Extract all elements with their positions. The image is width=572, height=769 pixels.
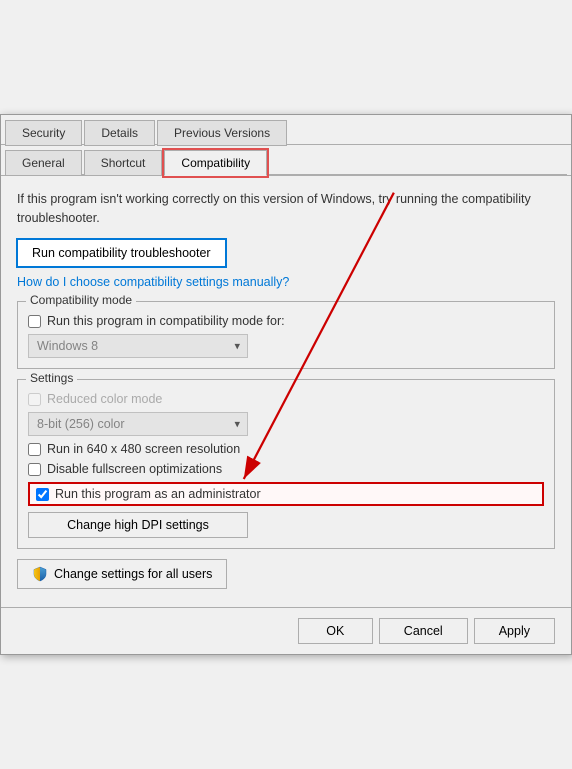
compatibility-mode-group: Compatibility mode Run this program in c… xyxy=(17,301,555,369)
color-dropdown-container: 8-bit (256) color xyxy=(28,412,544,436)
color-dropdown-wrapper: 8-bit (256) color xyxy=(28,412,248,436)
properties-dialog: Security Details Previous Versions Gener… xyxy=(0,114,572,656)
reduced-color-label: Reduced color mode xyxy=(47,392,162,406)
run-troubleshooter-button[interactable]: Run compatibility troubleshooter xyxy=(17,239,226,267)
main-content: If this program isn't working correctly … xyxy=(1,176,571,604)
run-as-admin-checkbox[interactable] xyxy=(36,488,49,501)
run-as-admin-row: Run this program as an administrator xyxy=(28,482,544,506)
description-text: If this program isn't working correctly … xyxy=(17,190,555,228)
tab-row-1: Security Details Previous Versions xyxy=(5,115,567,144)
tab-row-2: General Shortcut Compatibility xyxy=(5,145,567,175)
disable-fullscreen-row: Disable fullscreen optimizations xyxy=(28,462,544,476)
tab-row-bottom: General Shortcut Compatibility xyxy=(1,145,571,176)
tab-previous-versions[interactable]: Previous Versions xyxy=(157,120,287,146)
change-dpi-button[interactable]: Change high DPI settings xyxy=(28,512,248,538)
reduced-color-row: Reduced color mode xyxy=(28,392,544,406)
tab-compatibility[interactable]: Compatibility xyxy=(164,150,267,176)
screen-resolution-checkbox[interactable] xyxy=(28,443,41,456)
shield-icon xyxy=(32,566,48,582)
content-area: If this program isn't working correctly … xyxy=(1,176,571,604)
compatibility-mode-label: Compatibility mode xyxy=(26,293,136,307)
tab-general[interactable]: General xyxy=(5,150,82,176)
settings-group: Settings Reduced color mode 8-bit (256) … xyxy=(17,379,555,549)
tab-security[interactable]: Security xyxy=(5,120,82,146)
color-dropdown[interactable]: 8-bit (256) color xyxy=(28,412,248,436)
screen-resolution-row: Run in 640 x 480 screen resolution xyxy=(28,442,544,456)
change-settings-label: Change settings for all users xyxy=(54,567,212,581)
tab-details[interactable]: Details xyxy=(84,120,155,146)
screen-resolution-label: Run in 640 x 480 screen resolution xyxy=(47,442,240,456)
compatibility-mode-checkbox-row: Run this program in compatibility mode f… xyxy=(28,314,544,328)
reduced-color-checkbox[interactable] xyxy=(28,393,41,406)
tab-row-top: Security Details Previous Versions xyxy=(1,115,571,145)
windows-version-dropdown[interactable]: Windows 8 xyxy=(28,334,248,358)
settings-group-label: Settings xyxy=(26,371,77,385)
change-settings-all-users-button[interactable]: Change settings for all users xyxy=(17,559,227,589)
disable-fullscreen-checkbox[interactable] xyxy=(28,463,41,476)
dialog-footer: OK Cancel Apply xyxy=(1,607,571,654)
run-as-admin-label: Run this program as an administrator xyxy=(55,487,261,501)
windows-version-dropdown-container: Windows 8 xyxy=(28,334,544,358)
disable-fullscreen-label: Disable fullscreen optimizations xyxy=(47,462,222,476)
windows-version-dropdown-wrapper: Windows 8 xyxy=(28,334,248,358)
apply-button[interactable]: Apply xyxy=(474,618,555,644)
compatibility-mode-checkbox[interactable] xyxy=(28,315,41,328)
help-link[interactable]: How do I choose compatibility settings m… xyxy=(17,275,555,289)
compatibility-mode-checkbox-label: Run this program in compatibility mode f… xyxy=(47,314,285,328)
ok-button[interactable]: OK xyxy=(298,618,373,644)
cancel-button[interactable]: Cancel xyxy=(379,618,468,644)
tab-shortcut[interactable]: Shortcut xyxy=(84,150,163,176)
